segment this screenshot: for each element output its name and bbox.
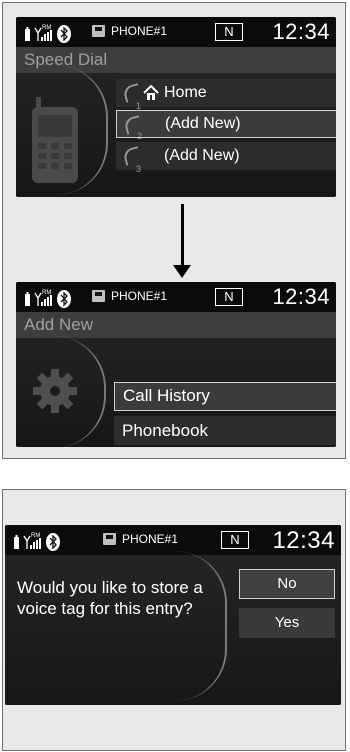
clock: 12:34 xyxy=(272,527,335,554)
speed-dial-screen: RM PHONE#1 N 12:34 Speed Dial 1 Home 2 (… xyxy=(16,17,336,197)
add-new-screen: RM PHONE#1 N 12:34 Add New Call History … xyxy=(16,282,336,447)
phone-indicator: PHONE#1 xyxy=(92,24,167,38)
phone-indicator: PHONE#1 xyxy=(92,289,167,303)
status-icons: RM xyxy=(25,290,71,308)
yes-button[interactable]: Yes xyxy=(239,608,335,638)
phone-icon xyxy=(92,290,105,302)
bottom-panel: RM PHONE#1 N 12:34 Would you like to sto… xyxy=(2,489,346,751)
speed-dial-entry[interactable]: 1 Home xyxy=(116,79,336,111)
divider-arc xyxy=(54,336,106,447)
svg-text:RM: RM xyxy=(42,25,51,31)
divider-arc xyxy=(175,551,227,701)
home-icon xyxy=(143,85,159,100)
status-bar: RM PHONE#1 N 12:34 xyxy=(16,17,336,47)
no-button[interactable]: No xyxy=(239,569,335,599)
screen-title: Add New xyxy=(16,312,336,338)
dialog: Would you like to store a voice tag for … xyxy=(5,551,341,705)
status-bar: RM PHONE#1 N 12:34 xyxy=(5,525,341,555)
speed-dial-entry[interactable]: 3 (Add New) xyxy=(116,142,336,174)
clock: 12:34 xyxy=(272,284,330,309)
gear-indicator: N xyxy=(215,23,243,41)
phone-indicator: PHONE#1 xyxy=(103,532,178,546)
svg-text:RM: RM xyxy=(31,533,40,539)
status-icons: RM xyxy=(25,25,71,43)
clock: 12:34 xyxy=(272,19,330,44)
svg-text:RM: RM xyxy=(42,290,51,296)
phone-icon xyxy=(92,25,105,37)
gear-indicator: N xyxy=(221,531,249,549)
divider-arc xyxy=(56,65,108,195)
menu-item-phonebook[interactable]: Phonebook xyxy=(114,416,336,445)
speed-dial-entry[interactable]: 2 (Add New) xyxy=(116,110,336,141)
top-panel: RM PHONE#1 N 12:34 Speed Dial 1 Home 2 (… xyxy=(2,2,346,459)
voice-tag-screen: RM PHONE#1 N 12:34 Would you like to sto… xyxy=(5,525,341,705)
gear-indicator: N xyxy=(215,288,243,306)
status-icons: RM xyxy=(14,533,60,551)
arrow-down-icon xyxy=(181,204,184,270)
menu-item-call-history[interactable]: Call History xyxy=(114,382,336,411)
phone-icon xyxy=(103,533,116,545)
status-bar: RM PHONE#1 N 12:34 xyxy=(16,282,336,312)
